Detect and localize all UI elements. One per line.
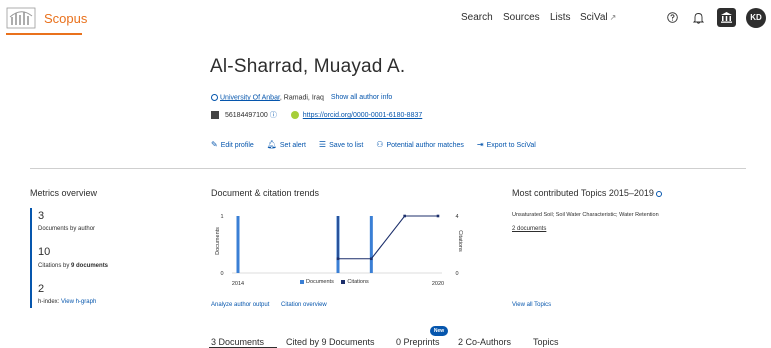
pencil-icon: ✎ — [211, 140, 218, 149]
y-tick-label: 1 — [220, 214, 223, 220]
edit-profile-label: Edit profile — [220, 142, 254, 149]
author-id: 56184497100 — [225, 112, 268, 119]
active-brand-underline — [6, 33, 82, 35]
nav-sources[interactable]: Sources — [503, 12, 540, 23]
citations-label-prefix: Citations by — [38, 263, 72, 269]
citations-line — [337, 215, 438, 260]
nav-scival-label: SciVal — [580, 12, 608, 23]
external-link-icon: ↗ — [609, 13, 617, 22]
documents-bar — [369, 216, 373, 273]
citations-point — [336, 257, 340, 261]
bell-icon[interactable] — [693, 12, 704, 24]
citations-count: 10 — [38, 246, 51, 258]
potential-author-matches-label: Potential author matches — [386, 142, 464, 149]
tab-preprints[interactable]: 0 Preprints — [396, 337, 440, 347]
export-to-scival-label: Export to SciVal — [486, 142, 536, 149]
metrics-overview-title: Metrics overview — [30, 188, 98, 198]
legend-citations-swatch — [341, 279, 346, 284]
document-citation-chart: Documents Citations 0 1 0 4 2014 2020 — [215, 214, 463, 287]
potential-author-matches-button[interactable]: ⚇ Potential author matches — [376, 140, 464, 149]
section-divider — [30, 168, 746, 169]
view-all-topics-link[interactable]: View all Topics — [512, 302, 551, 308]
institution-building-icon — [721, 12, 732, 23]
nav-search[interactable]: Search — [461, 12, 493, 23]
topic-documents-link[interactable]: 2 documents — [512, 226, 546, 232]
orcid-link[interactable]: https://orcid.org/0000-0001-6180-8837 — [303, 112, 422, 119]
edit-profile-button[interactable]: ✎ Edit profile — [211, 140, 254, 149]
top-header: Scopus Search Sources Lists SciVal ↗ KD — [0, 0, 771, 36]
people-icon: ⚇ — [376, 140, 384, 149]
citations-count-label: Citations by 9 documents — [38, 263, 108, 269]
scopus-id-icon — [211, 111, 219, 120]
orcid-icon — [290, 111, 299, 120]
set-alert-button[interactable]: 🔔︎ Set alert — [267, 140, 306, 149]
topic-name: Unsaturated Soil; Soil Water Characteris… — [512, 212, 659, 218]
trend-links: Analyze author output Citation overview — [211, 302, 337, 308]
bell-outline-icon: 🔔︎ — [266, 140, 277, 149]
documents-count-label: Documents by author — [38, 226, 96, 232]
help-icon[interactable] — [667, 12, 678, 23]
affiliation-location: , Ramadi, Iraq — [279, 94, 324, 102]
legend-citations-label: Citations — [347, 279, 369, 285]
nav-lists[interactable]: Lists — [550, 12, 571, 23]
topics-info-icon[interactable] — [655, 190, 662, 197]
affiliation-link[interactable]: University Of Anbar — [220, 94, 280, 101]
user-avatar[interactable]: KD — [746, 8, 766, 28]
trends-title: Document & citation trends — [211, 188, 320, 198]
institution-icon[interactable] — [717, 8, 736, 27]
author-name: Al-Sharrad, Muayad A. — [210, 56, 406, 77]
chart-legend: Documents Citations — [300, 279, 369, 285]
affiliation-row: University Of Anbar, Ramadi, Iraq Show a… — [211, 94, 392, 101]
scopus-logo-link[interactable]: Scopus — [6, 6, 87, 36]
y-axis-label: Documents — [215, 227, 221, 255]
tab-documents[interactable]: 3 Documents — [211, 337, 264, 347]
export-to-scival-button[interactable]: ⇥ Export to SciVal — [477, 140, 536, 149]
show-all-author-info-link[interactable]: Show all author info — [331, 94, 392, 101]
new-badge: New — [430, 326, 448, 336]
analyze-author-output-link[interactable]: Analyze author output — [211, 302, 269, 308]
citations-point — [403, 214, 406, 218]
view-h-graph-link[interactable]: View h-graph — [61, 299, 96, 305]
y2-axis-label: Citations — [457, 230, 463, 252]
save-to-list-button[interactable]: ☰ Save to list — [319, 140, 363, 149]
h-index-value: 2 — [38, 283, 45, 295]
legend-documents-label: Documents — [306, 279, 334, 285]
citations-point — [370, 257, 373, 261]
y-tick-label: 0 — [220, 271, 223, 277]
y2-tick-label: 4 — [455, 214, 458, 220]
x-tick-label: 2014 — [232, 281, 244, 287]
profile-actions: ✎ Edit profile 🔔︎ Set alert ☰ Save to list … — [211, 140, 547, 149]
documents-bar — [236, 216, 240, 273]
identifiers-row: 56184497100 ⓘ https://orcid.org/0000-0001… — [211, 110, 422, 120]
save-to-list-label: Save to list — [329, 142, 364, 149]
topics-title: Most contributed Topics 2015–2019 — [512, 188, 662, 198]
brand-name: Scopus — [44, 11, 88, 26]
elsevier-tree-logo-icon — [6, 7, 36, 29]
citations-point — [436, 214, 440, 218]
metrics-accent-bar — [30, 208, 32, 308]
tab-topics[interactable]: Topics — [533, 337, 559, 347]
h-index-label-row: h-index: View h-graph — [38, 299, 96, 305]
citation-overview-link[interactable]: Citation overview — [281, 302, 327, 308]
citations-label-bold: 9 documents — [71, 263, 109, 269]
author-id-info-icon[interactable]: ⓘ — [270, 112, 277, 119]
info-icon — [211, 94, 218, 101]
h-index-label: h-index: — [38, 299, 60, 305]
legend-documents-swatch — [300, 279, 304, 284]
y2-tick-label: 0 — [455, 271, 458, 277]
tab-co-authors[interactable]: 2 Co-Authors — [458, 337, 511, 347]
x-tick-label: 2020 — [432, 281, 444, 287]
topics-title-text: Most contributed Topics 2015–2019 — [512, 188, 654, 198]
export-icon: ⇥ — [476, 140, 484, 149]
documents-count: 3 — [38, 210, 45, 222]
nav-scival[interactable]: SciVal ↗ — [580, 12, 616, 23]
list-icon: ☰ — [318, 140, 327, 149]
set-alert-label: Set alert — [279, 142, 306, 149]
tab-cited-by[interactable]: Cited by 9 Documents — [286, 337, 375, 347]
